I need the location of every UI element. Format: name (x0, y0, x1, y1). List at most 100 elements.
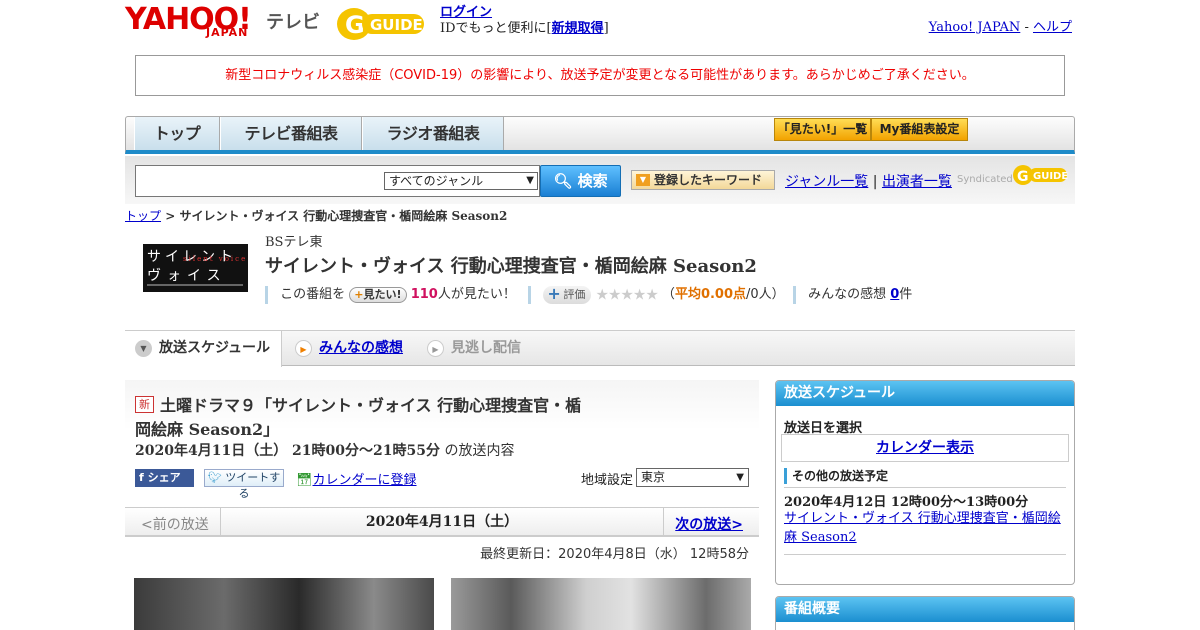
want-count: 110 (410, 287, 438, 302)
rating-count: /0人） (746, 287, 785, 302)
syndicated-gguide-logo: Syndicated G GUIDE (957, 163, 1069, 189)
other-broadcast-date: 2020年4月12日 12時00分～13時00分 (784, 495, 1029, 510)
content-tabs: ▼ 放送スケジュール ▶ みんなの感想 ▶ 見逃し配信 (125, 330, 1075, 367)
want-prefix: この番組を (280, 287, 346, 302)
impressions-count-link[interactable]: 0 (890, 287, 899, 302)
stat-divider (792, 285, 796, 304)
gguide-logo[interactable]: G GUIDE (334, 6, 432, 42)
svg-text:GUIDE: GUIDE (1033, 171, 1068, 182)
episode-photo-1[interactable] (134, 578, 434, 630)
tweet-button[interactable]: 🐦︎ ツイートする (204, 469, 284, 500)
episode-airtime: 2020年4月11日（土） 21時00分～21時55分 の放送内容 (135, 440, 514, 460)
my-schedule-button[interactable]: My番組表設定 (871, 118, 968, 141)
tab-missed-streaming: ▶ 見逃し配信 (417, 331, 547, 367)
sidebar-overview-heading: 番組概要 (776, 597, 1074, 622)
program-stats: この番組を +見たい! 110人が見たい！ + 評価 ★★★★★ （平均0.00点… (265, 283, 913, 304)
twitter-bird-icon: 🐦︎ (207, 471, 222, 484)
facebook-share-button[interactable]: f シェア (135, 469, 194, 487)
program-title: サイレント・ヴォイス 行動心理捜査官・楯岡絵麻 Season2 (265, 256, 757, 277)
other-broadcasts-heading: その他の放送予定 (784, 466, 1066, 488)
channel-name: BSテレ東 (265, 235, 323, 250)
tab-impressions-label: みんなの感想 (319, 340, 403, 356)
prev-broadcast-link: <前の放送 (141, 517, 209, 533)
calendar-icon: 📅︎ (296, 473, 313, 488)
genre-select-value: すべてのジャンル (389, 174, 484, 188)
nav-tab-top[interactable]: トップ (134, 117, 220, 150)
svg-text:Syndicated: Syndicated (957, 174, 1013, 185)
region-value: 東京 (641, 470, 666, 484)
avg-open: （ (661, 287, 675, 302)
region-select[interactable]: 東京 ▼ (636, 468, 749, 487)
yahoo-japan-link[interactable]: Yahoo! JAPAN (929, 20, 1021, 35)
play-icon: ▶ (295, 340, 312, 357)
registered-keyword-button[interactable]: ▼ 登録したキーワード (631, 170, 775, 190)
divider (784, 554, 1066, 555)
facebook-share-label: シェア (147, 471, 181, 484)
stat-divider (528, 285, 532, 304)
svg-text:GUIDE: GUIDE (370, 16, 423, 34)
rate-label: 評価 (563, 287, 586, 301)
add-to-calendar-link[interactable]: カレンダーに登録 (313, 473, 417, 488)
login-suffix: ] (603, 21, 609, 36)
broadcast-date-nav: <前の放送 2020年4月11日（土） 次の放送> (125, 507, 759, 537)
want-to-watch-button[interactable]: +見たい! (349, 286, 407, 303)
tab-impressions[interactable]: ▶ みんなの感想 (285, 331, 415, 367)
breadcrumb-top-link[interactable]: トップ (125, 209, 161, 223)
nav-tab-radio-schedule[interactable]: ラジオ番組表 (362, 117, 504, 150)
sidebar-schedule-heading: 放送スケジュール (776, 381, 1074, 406)
genre-list-link[interactable]: ジャンル一覧 (785, 174, 868, 190)
dropdown-triangle-icon: ▼ (636, 174, 650, 186)
covid-notice: 新型コロナウィルス感染症（COVID-19）の影響により、放送予定が変更となる可… (135, 55, 1065, 96)
rate-button[interactable]: + 評価 (543, 283, 592, 304)
search-icon: 🔍︎ (553, 172, 573, 190)
tab-schedule[interactable]: ▼ 放送スケジュール (125, 331, 282, 367)
breadcrumb-current: サイレント・ヴォイス 行動心理捜査官・楯岡絵麻 Season2 (179, 209, 508, 223)
add-calendar: 📅︎カレンダーに登録 (296, 469, 417, 488)
thumbnail-rule (147, 284, 243, 286)
want-suffix: 人が見たい！ (437, 287, 516, 302)
episode-title: 土曜ドラマ９「サイレント・ヴォイス 行動心理捜査官・楯 (160, 396, 582, 415)
tab-missed-label: 見逃し配信 (451, 340, 521, 356)
episode-photo-2[interactable] (451, 578, 751, 630)
episode-title-cont: 岡絵麻 Season2」 (135, 420, 280, 439)
tv-label[interactable]: テレビ (266, 8, 320, 34)
calendar-view-link[interactable]: カレンダー表示 (781, 434, 1069, 462)
thumbnail-title-line2: ヴォイス (147, 268, 227, 284)
header-links: Yahoo! JAPAN - ヘルプ (929, 16, 1072, 35)
genre-select[interactable]: すべてのジャンル ▼ (384, 172, 538, 190)
thumbnail-subtitle: silent voice (183, 255, 248, 263)
want-to-watch-label: 見たい! (363, 287, 402, 301)
search-button-label: 検索 (577, 172, 608, 190)
average-rating: 平均0.00点 (674, 287, 747, 302)
impressions-suffix: 件 (899, 287, 913, 302)
plus-icon: + (547, 283, 561, 303)
performer-list-link[interactable]: 出演者一覧 (882, 174, 952, 190)
play-icon: ▶ (427, 340, 444, 357)
last-updated: 最終更新日：2020年4月8日（水） 12時58分 (480, 547, 749, 562)
help-link[interactable]: ヘルプ (1033, 20, 1072, 35)
episode-date: 2020年4月11日（土） 21時00分～21時55分 (135, 443, 440, 459)
next-broadcast-link[interactable]: 次の放送> (675, 514, 743, 534)
nav-tab-tv-schedule[interactable]: テレビ番組表 (220, 117, 362, 150)
svg-text:G: G (345, 11, 365, 39)
signup-link[interactable]: 新規取得 (552, 21, 604, 36)
facebook-icon: f (139, 471, 144, 484)
search-button[interactable]: 🔍︎ 検索 (540, 165, 621, 197)
chevron-down-icon: ▼ (526, 175, 534, 186)
mitai-list-button[interactable]: 「見たい!」一覧 (774, 118, 871, 141)
region-label: 地域設定 (581, 473, 634, 488)
other-broadcast-link[interactable]: サイレント・ヴォイス 行動心理捜査官・楯岡絵麻 Season2 (784, 509, 1069, 547)
breadcrumb: トップ > サイレント・ヴォイス 行動心理捜査官・楯岡絵麻 Season2 (125, 207, 507, 224)
breadcrumb-separator: > (165, 209, 176, 223)
yahoo-japan-logo-text: JAPAN (206, 26, 249, 39)
new-badge: 新 (135, 396, 154, 413)
svg-text:G: G (1017, 169, 1029, 185)
sidebar-schedule-panel: 放送スケジュール 放送日を選択 カレンダー表示 その他の放送予定 2020年4月… (775, 380, 1075, 585)
program-thumbnail[interactable]: サイレント silent voice ヴォイス (143, 244, 248, 292)
login-block: ログイン IDでもっと便利に[新規取得] (440, 5, 609, 37)
login-link[interactable]: ログイン (440, 5, 492, 20)
login-prompt: IDでもっと便利に[ (440, 21, 552, 36)
registered-keyword-label: 登録したキーワード (654, 173, 763, 187)
link-separator: | (872, 174, 878, 190)
header-link-separator: - (1024, 20, 1029, 35)
